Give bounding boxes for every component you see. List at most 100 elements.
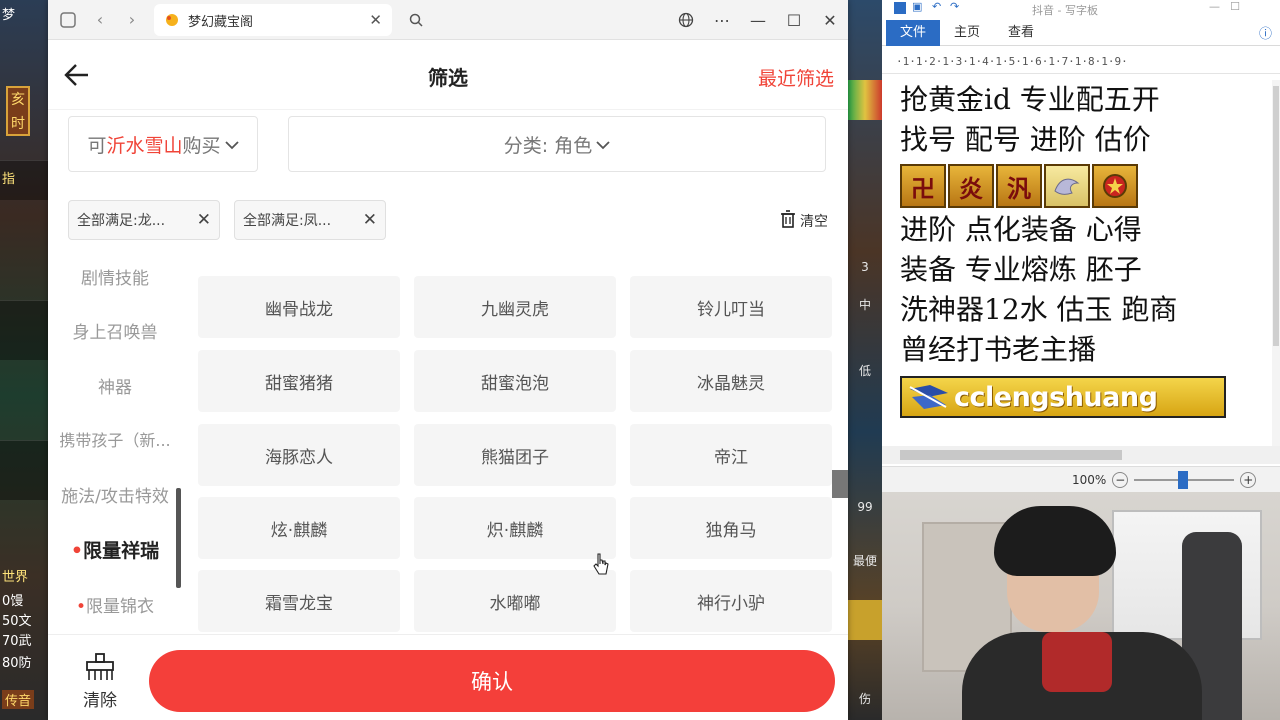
game-background-left: 梦 亥时 指 世界 0馒 50文 70武 80防 传音	[0, 0, 48, 720]
chevron-down-icon	[596, 135, 610, 154]
trash-icon	[780, 210, 796, 232]
search-icon[interactable]	[400, 4, 432, 36]
zoom-slider[interactable]	[1134, 470, 1235, 489]
grid-option[interactable]: 帝江	[630, 424, 832, 486]
emblem-icons: 卍 炎 汎	[900, 164, 1272, 208]
game-text: 70武	[2, 634, 32, 649]
save-icon[interactable]: ▣	[912, 0, 922, 13]
category-item[interactable]: 身上召唤兽	[48, 318, 182, 343]
wordpad-titlebar: ▣ ↶ ↷ 抖音 - 写字板 — ☐	[882, 0, 1280, 20]
help-icon[interactable]: ⓘ	[1259, 23, 1272, 42]
emblem-icon: 卍	[900, 164, 946, 208]
vertical-scrollbar[interactable]	[1272, 80, 1280, 446]
grid-option[interactable]: 炫·麒麟	[198, 497, 400, 559]
tab-file[interactable]: 文件	[886, 19, 941, 46]
grid-scrollbar[interactable]	[832, 470, 848, 498]
browser-logo-icon[interactable]	[52, 4, 84, 36]
filter-chip[interactable]: 全部满足:龙... ✕	[68, 200, 220, 240]
dragon-emblem-icon	[1044, 164, 1090, 208]
grid-option[interactable]: 冰晶魅灵	[630, 350, 832, 412]
app-header: 筛选 最近筛选	[48, 40, 848, 110]
minimize-icon[interactable]: —	[740, 4, 776, 36]
streamer-banner: cclengshuang	[900, 376, 1226, 418]
browser-window: ‹ › ↻ 梦幻藏宝阁 ✕ ⋯ — ☐ ✕ 筛选 最近筛选	[48, 0, 848, 720]
more-menu-icon[interactable]: ⋯	[704, 4, 740, 36]
grid-option[interactable]: 铃儿叮当	[630, 276, 832, 338]
clear-all-button[interactable]: 清空	[780, 210, 828, 232]
maximize-icon[interactable]: ☐	[776, 4, 812, 36]
grid-option[interactable]: 神行小驴	[630, 570, 832, 632]
redo-icon[interactable]: ↷	[950, 0, 959, 13]
zoom-out-icon[interactable]: −	[1112, 471, 1129, 488]
grid-option[interactable]: 水嘟嘟	[414, 570, 616, 632]
category-item-active[interactable]: •限量祥瑞	[48, 536, 182, 563]
game-text: 低	[858, 364, 871, 378]
server-dropdown[interactable]: 可 沂水雪山 购买	[68, 116, 258, 172]
game-text: 世界	[2, 570, 29, 585]
tab-view[interactable]: 查看	[994, 20, 1048, 46]
close-icon[interactable]: ✕	[363, 210, 377, 230]
grid-option[interactable]: 独角马	[630, 497, 832, 559]
doc-line: 曾经打书老主播	[900, 333, 1097, 366]
footer-bar: 清除 确认	[48, 634, 848, 720]
nav-forward-icon[interactable]: ›	[116, 4, 148, 36]
horizontal-scrollbar[interactable]	[882, 446, 1280, 464]
grid-option[interactable]: 幽骨战龙	[198, 276, 400, 338]
confirm-button[interactable]: 确认	[149, 650, 835, 712]
recent-filter-link[interactable]: 最近筛选	[758, 64, 834, 91]
category-item[interactable]: 携带孩子（新...	[48, 427, 182, 451]
wordpad-document[interactable]: 抢黄金id 专业配五开 找号 配号 进阶 估价 卍 炎 汎 进阶 点化装备 心得…	[900, 80, 1272, 418]
tab-home[interactable]: 主页	[940, 20, 994, 46]
grid-option[interactable]: 霜雪龙宝	[198, 570, 400, 632]
browser-tab[interactable]: 梦幻藏宝阁 ✕	[154, 4, 392, 36]
pet-grid: 幽骨战龙 九幽灵虎 铃儿叮当 甜蜜猪猪 甜蜜泡泡 冰晶魅灵 海豚恋人 熊猫团子 …	[182, 262, 848, 634]
game-text: 99	[857, 500, 873, 514]
grid-option[interactable]: 炽·麒麟	[414, 497, 616, 559]
grid-option[interactable]: 甜蜜猪猪	[198, 350, 400, 412]
tab-close-icon[interactable]: ✕	[369, 11, 382, 29]
emblem-icon: 汎	[996, 164, 1042, 208]
grid-option[interactable]: 熊猫团子	[414, 424, 616, 486]
site-favicon-icon	[164, 13, 180, 27]
reset-button[interactable]: 清除	[72, 653, 128, 711]
category-item[interactable]: 施法/攻击特效	[48, 482, 182, 507]
grid-option[interactable]: 海豚恋人	[198, 424, 400, 486]
game-text: 梦	[2, 8, 16, 23]
filter-chip[interactable]: 全部满足:凤... ✕	[234, 200, 386, 240]
doc-line: 抢黄金id 专业配五开	[900, 83, 1160, 116]
category-scrollbar[interactable]	[176, 488, 181, 588]
maximize-icon[interactable]: ☐	[1230, 0, 1240, 13]
doc-line: 进阶 点化装备 心得	[900, 213, 1142, 246]
globe-icon[interactable]	[668, 4, 704, 36]
category-item[interactable]: 剧情技能	[48, 264, 182, 289]
reset-label: 清除	[83, 691, 117, 711]
broom-icon	[72, 653, 128, 686]
category-item[interactable]: •限量锦衣	[48, 592, 182, 617]
game-text: 伤	[858, 692, 871, 706]
nav-back-icon[interactable]: ‹	[84, 4, 116, 36]
category-item[interactable]: 神器	[48, 373, 182, 398]
close-window-icon[interactable]: ✕	[812, 4, 848, 36]
game-text: 0馒	[2, 594, 24, 609]
category-sidebar: 剧情技能 身上召唤兽 神器 携带孩子（新... 施法/攻击特效 •限量祥瑞 •限…	[48, 262, 182, 634]
game-text: 传音	[2, 690, 35, 709]
minimize-icon[interactable]: —	[1209, 0, 1220, 13]
game-text: 50文	[2, 614, 32, 629]
game-text: 3	[861, 260, 869, 274]
banner-text: cclengshuang	[954, 381, 1158, 413]
category-dropdown[interactable]: 分类: 角色	[288, 116, 826, 172]
grid-option[interactable]: 九幽灵虎	[414, 276, 616, 338]
game-background-mid: 3 中 低 99 最便 伤	[848, 0, 882, 720]
browser-titlebar: ‹ › ↻ 梦幻藏宝阁 ✕ ⋯ — ☐ ✕	[48, 0, 848, 40]
emblem-icon: 炎	[948, 164, 994, 208]
close-icon[interactable]: ✕	[197, 210, 211, 230]
grid-option[interactable]: 甜蜜泡泡	[414, 350, 616, 412]
wordpad-app-icon	[894, 2, 906, 14]
zoom-level: 100%	[1072, 472, 1107, 487]
flag-logo-icon	[908, 383, 950, 411]
server-prefix: 可	[87, 134, 107, 157]
undo-icon[interactable]: ↶	[932, 0, 941, 13]
tab-title: 梦幻藏宝阁	[188, 14, 254, 30]
filter-chip-label: 全部满足:龙...	[77, 213, 166, 229]
zoom-in-icon[interactable]: +	[1240, 471, 1257, 488]
